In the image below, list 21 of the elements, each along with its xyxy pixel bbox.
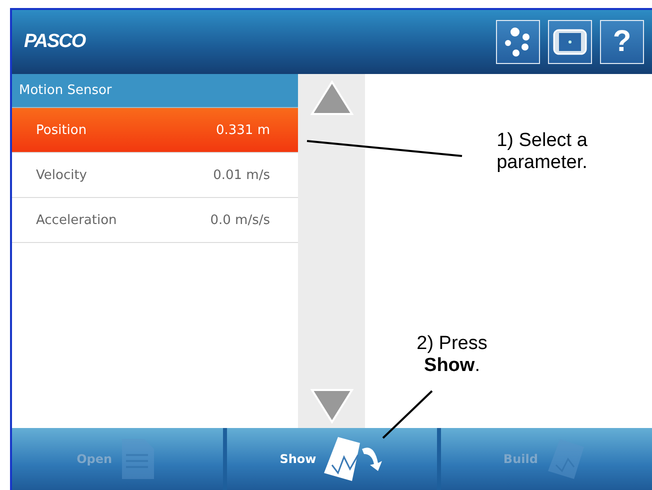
parameter-name: Velocity: [36, 168, 88, 182]
show-button[interactable]: Show: [226, 428, 438, 490]
parameter-value: 0.01 m/s: [213, 168, 270, 182]
scroll-down-icon[interactable]: [310, 388, 354, 424]
parameter-value: 0.0 m/s/s: [210, 212, 270, 228]
callout-text: 2) Press Show.: [416, 333, 488, 377]
graph-icon: [322, 435, 384, 483]
help-button[interactable]: ?: [600, 20, 644, 64]
callout-text: 1) Select a parameter.: [496, 130, 588, 174]
parameter-row[interactable]: Position 0.331 m: [12, 108, 298, 153]
parameter-name: Position: [36, 122, 88, 138]
device-button[interactable]: [548, 20, 592, 64]
leader-line: [382, 390, 433, 439]
parameter-name: Acceleration: [36, 212, 118, 228]
parameter-value: 0.331 m: [216, 122, 270, 138]
pasco-logo: PASCO: [24, 31, 87, 53]
scroll-up-icon[interactable]: [310, 80, 354, 116]
tablet-icon: [553, 29, 587, 55]
dots-icon: [504, 27, 532, 57]
list-title: Motion Sensor: [12, 74, 298, 108]
sensors-button[interactable]: [496, 20, 540, 64]
